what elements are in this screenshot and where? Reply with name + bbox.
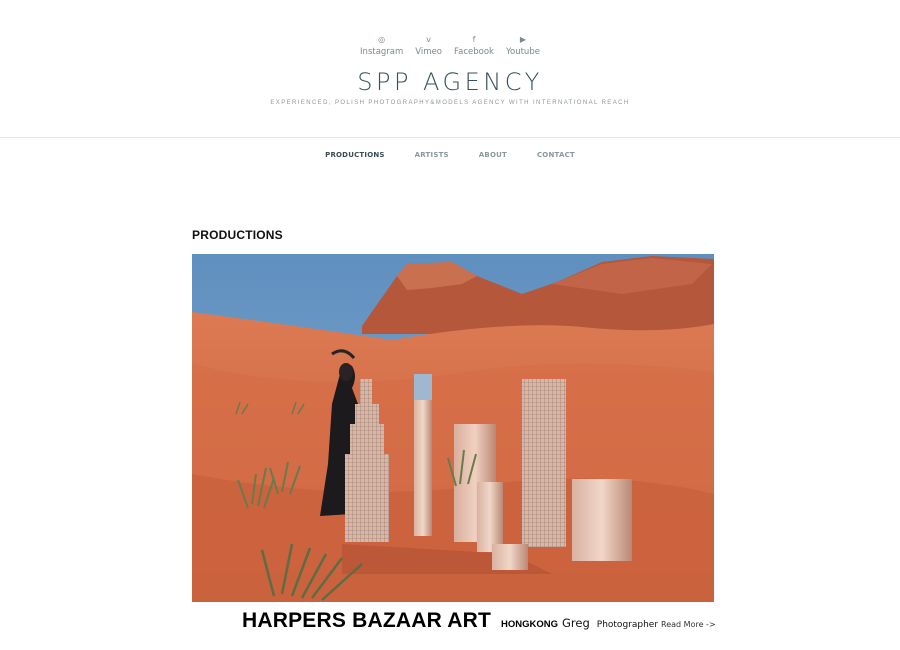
production-caption: HARPERS BAZAAR ART HONGKONG Greg Photogr… [242, 609, 716, 633]
read-more-link[interactable]: Read More -> [661, 620, 716, 629]
social-link-instagram[interactable]: ◎ Instagram [360, 34, 403, 57]
site-tagline: EXPERIENCED, POLISH PHOTOGRAPHY&MODELS A… [270, 100, 630, 106]
photographer-role: Photographer [596, 620, 659, 630]
nav-item-productions[interactable]: PRODUCTIONS [325, 151, 385, 159]
production-image[interactable] [192, 254, 714, 602]
social-label-youtube: Youtube [505, 47, 540, 57]
main-nav: PRODUCTIONS ARTISTS ABOUT CONTACT [0, 151, 900, 159]
page-title: PRODUCTIONS [192, 228, 283, 242]
social-link-facebook[interactable]: f Facebook [454, 34, 494, 57]
nav-item-artists[interactable]: ARTISTS [415, 151, 449, 159]
vimeo-icon: v [426, 35, 432, 44]
facebook-icon: f [472, 35, 476, 44]
production-location: HONGKONG [501, 619, 558, 630]
site-logo[interactable]: SPP AGENCY [0, 68, 900, 96]
social-link-vimeo[interactable]: v Vimeo [415, 34, 442, 57]
social-link-youtube[interactable]: ▶ Youtube [506, 34, 540, 57]
nav-item-contact[interactable]: CONTACT [537, 151, 575, 159]
instagram-icon: ◎ [378, 35, 386, 44]
nav-item-about[interactable]: ABOUT [479, 151, 507, 159]
social-links: ◎ Instagram v Vimeo f Facebook ▶ Youtube [0, 34, 900, 57]
header-divider [0, 137, 900, 138]
social-label-vimeo: Vimeo [415, 47, 442, 57]
photographer-name: Greg [562, 616, 590, 630]
youtube-icon: ▶ [519, 35, 527, 44]
production-title[interactable]: HARPERS BAZAAR ART [242, 609, 491, 633]
social-label-instagram: Instagram [360, 47, 404, 57]
social-label-facebook: Facebook [454, 47, 494, 57]
